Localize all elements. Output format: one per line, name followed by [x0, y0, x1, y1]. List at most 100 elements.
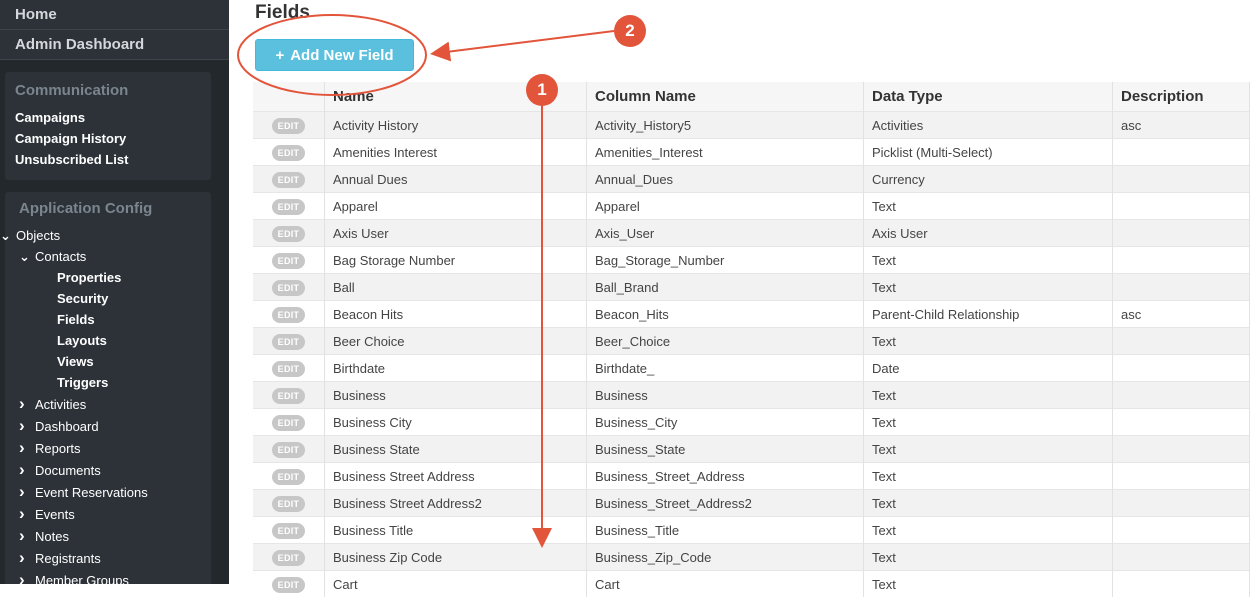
table-row: EDITBusiness Street AddressBusiness_Stre…	[253, 463, 1250, 490]
communication-title: Communication	[15, 78, 211, 107]
nav-home[interactable]: Home	[0, 0, 229, 30]
add-new-field-button[interactable]: +Add New Field	[255, 39, 414, 71]
edit-button[interactable]: EDIT	[272, 145, 306, 161]
edit-cell: EDIT	[253, 517, 325, 544]
tree-objects[interactable]: ⌄Objects	[0, 225, 211, 246]
table-row: EDITBusiness CityBusiness_CityText	[253, 409, 1250, 436]
tree-contacts-fields[interactable]: Fields	[5, 309, 211, 330]
edit-button[interactable]: EDIT	[272, 523, 306, 539]
edit-cell: EDIT	[253, 247, 325, 274]
description-cell	[1113, 274, 1250, 301]
field-name-cell: Business Street Address	[325, 463, 587, 490]
description-cell: asc	[1113, 301, 1250, 328]
column-name-cell: Activity_History5	[587, 112, 864, 139]
column-name-cell: Apparel	[587, 193, 864, 220]
edit-button[interactable]: EDIT	[272, 172, 306, 188]
tree-object-item[interactable]: ›Events	[5, 503, 211, 525]
column-name-cell: Beacon_Hits	[587, 301, 864, 328]
tree-objects-label: Objects	[16, 228, 60, 243]
field-name-cell: Bag Storage Number	[325, 247, 587, 274]
edit-button[interactable]: EDIT	[272, 226, 306, 242]
edit-button[interactable]: EDIT	[272, 253, 306, 269]
data-type-cell: Currency	[864, 166, 1113, 193]
plus-icon: +	[275, 47, 284, 64]
tree-contacts-layouts[interactable]: Layouts	[5, 330, 211, 351]
description-cell	[1113, 220, 1250, 247]
edit-button[interactable]: EDIT	[272, 550, 306, 566]
field-name-cell: Amenities Interest	[325, 139, 587, 166]
description-cell	[1113, 544, 1250, 571]
edit-button[interactable]: EDIT	[272, 361, 306, 377]
tree-object-item[interactable]: ›Notes	[5, 525, 211, 547]
field-name-cell: Business Title	[325, 517, 587, 544]
object-list: ›Activities›Dashboard›Reports›Documents›…	[5, 393, 211, 584]
tree-contacts[interactable]: ⌄Contacts	[5, 246, 211, 267]
field-name-cell: Business State	[325, 436, 587, 463]
tree-object-item[interactable]: ›Event Reservations	[5, 481, 211, 503]
edit-button[interactable]: EDIT	[272, 388, 306, 404]
edit-cell: EDIT	[253, 355, 325, 382]
tree-contacts-label: Contacts	[35, 249, 86, 264]
table-row: EDITBusinessBusinessText	[253, 382, 1250, 409]
data-type-cell: Parent-Child Relationship	[864, 301, 1113, 328]
edit-button[interactable]: EDIT	[272, 280, 306, 296]
header-data-type[interactable]: Data Type	[864, 82, 1113, 112]
main-content: Fields +Add New Field Name Column Name D…	[229, 0, 1250, 584]
chevron-right-icon: ›	[19, 481, 35, 502]
tree-contacts-triggers[interactable]: Triggers	[5, 372, 211, 393]
data-type-cell: Text	[864, 247, 1113, 274]
edit-button[interactable]: EDIT	[272, 415, 306, 431]
header-column-name[interactable]: Column Name	[587, 82, 864, 112]
edit-button[interactable]: EDIT	[272, 199, 306, 215]
tree-object-item[interactable]: ›Dashboard	[5, 415, 211, 437]
field-name-cell: Beer Choice	[325, 328, 587, 355]
tree-contacts-views[interactable]: Views	[5, 351, 211, 372]
edit-button[interactable]: EDIT	[272, 334, 306, 350]
annotation-badge-1: 1	[526, 74, 558, 106]
edit-button[interactable]: EDIT	[272, 496, 306, 512]
table-row: EDITApparelApparelText	[253, 193, 1250, 220]
table-body: EDITActivity HistoryActivity_History5Act…	[253, 112, 1250, 597]
tree-contacts-security[interactable]: Security	[5, 288, 211, 309]
tree-object-label: Documents	[35, 463, 101, 478]
table-row: EDITBallBall_BrandText	[253, 274, 1250, 301]
tree-object-item[interactable]: ›Reports	[5, 437, 211, 459]
nav-campaigns[interactable]: Campaigns	[15, 107, 211, 128]
field-name-cell: Axis User	[325, 220, 587, 247]
tree-object-label: Event Reservations	[35, 485, 148, 500]
table-row: EDITBag Storage NumberBag_Storage_Number…	[253, 247, 1250, 274]
field-name-cell: Business Street Address2	[325, 490, 587, 517]
nav-admin-dashboard[interactable]: Admin Dashboard	[0, 30, 229, 60]
column-name-cell: Axis_User	[587, 220, 864, 247]
tree-object-label: Events	[35, 507, 75, 522]
edit-button[interactable]: EDIT	[272, 307, 306, 323]
table-row: EDITBirthdateBirthdate_Date	[253, 355, 1250, 382]
tree-contacts-properties[interactable]: Properties	[5, 267, 211, 288]
edit-cell: EDIT	[253, 112, 325, 139]
edit-button[interactable]: EDIT	[272, 469, 306, 485]
field-name-cell: Birthdate	[325, 355, 587, 382]
annotation-badge-2: 2	[614, 15, 646, 47]
edit-button[interactable]: EDIT	[272, 577, 306, 593]
field-name-cell: Business City	[325, 409, 587, 436]
tree-object-item[interactable]: ›Activities	[5, 393, 211, 415]
edit-cell: EDIT	[253, 166, 325, 193]
edit-button[interactable]: EDIT	[272, 442, 306, 458]
chevron-down-icon: ⌄	[19, 246, 35, 267]
nav-campaign-history[interactable]: Campaign History	[15, 128, 211, 149]
column-name-cell: Business_Zip_Code	[587, 544, 864, 571]
tree-object-label: Activities	[35, 397, 86, 412]
field-name-cell: Annual Dues	[325, 166, 587, 193]
header-description[interactable]: Description	[1113, 82, 1250, 112]
table-row: EDITBusiness Zip CodeBusiness_Zip_CodeTe…	[253, 544, 1250, 571]
tree-object-label: Member Groups	[35, 573, 129, 584]
tree-object-item[interactable]: ›Documents	[5, 459, 211, 481]
column-name-cell: Annual_Dues	[587, 166, 864, 193]
tree-object-item[interactable]: ›Member Groups	[5, 569, 211, 584]
sidebar-top-nav: Home Admin Dashboard	[0, 0, 229, 60]
page-title: Fields	[255, 2, 310, 24]
edit-button[interactable]: EDIT	[272, 118, 306, 134]
chevron-right-icon: ›	[19, 569, 35, 584]
tree-object-item[interactable]: ›Registrants	[5, 547, 211, 569]
nav-unsubscribed-list[interactable]: Unsubscribed List	[15, 149, 211, 170]
